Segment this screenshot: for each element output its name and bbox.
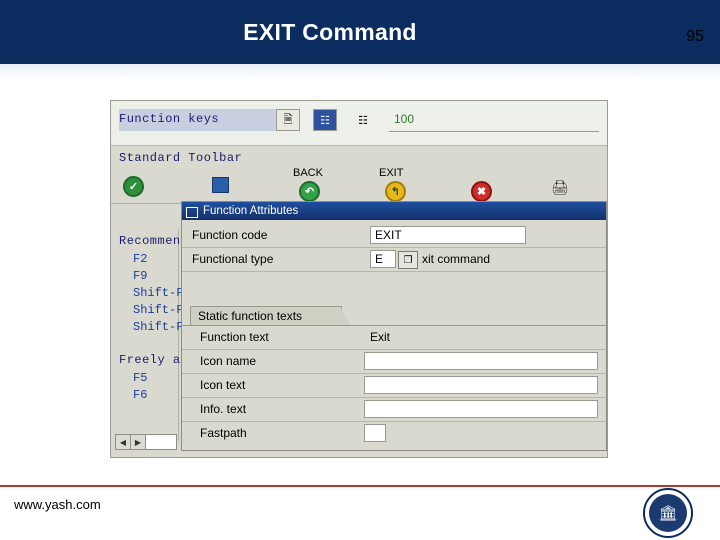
- slide-number: 95: [686, 27, 704, 45]
- sap-screen-capture: Function keys 🗎 ☷ ☷ 100 Standard Toolbar…: [110, 100, 608, 458]
- cancel-red-x-icon[interactable]: ✖: [471, 181, 492, 202]
- print-icon[interactable]: 🖨: [551, 179, 569, 196]
- scroll-left-icon[interactable]: ◀: [115, 434, 131, 450]
- standard-toolbar-label: Standard Toolbar: [119, 151, 243, 165]
- icon-text-input[interactable]: [364, 376, 598, 394]
- back-green-arrow-icon[interactable]: ↶: [299, 181, 320, 202]
- info-text-label: Info. text: [200, 402, 247, 416]
- function-text-value[interactable]: Exit: [370, 330, 390, 344]
- freely-assigned-label: Freely a: [119, 353, 181, 367]
- icon-text-label: Icon text: [200, 378, 246, 392]
- tab-slant-decoration: [340, 306, 350, 325]
- dialog-titlebar[interactable]: Function Attributes: [182, 202, 606, 220]
- page-title: EXIT Command: [243, 18, 417, 45]
- icon-text-row: Icon text: [182, 374, 606, 396]
- icon-name-input[interactable]: [364, 352, 598, 370]
- list-item: Shift-F: [133, 320, 184, 334]
- seal-inner-disc: 🏛: [649, 494, 687, 532]
- list-item: F9: [133, 269, 148, 283]
- list-item: Shift-F: [133, 286, 184, 300]
- function-keys-underline: [389, 131, 599, 132]
- standard-toolbar-grid: ✓ BACK ↶ EXIT ↰ ✖ 🖨: [111, 165, 607, 204]
- list-item: F5: [133, 371, 148, 385]
- fastpath-row: Fastpath: [182, 422, 606, 444]
- footer-url: www.yash.com: [14, 497, 101, 512]
- green-check-icon[interactable]: ✓: [123, 176, 144, 197]
- f4-help-icon[interactable]: ❐: [398, 251, 418, 269]
- functional-type-description: xit command: [422, 252, 491, 266]
- toolbar-cell-3[interactable]: EXIT ↰: [375, 165, 462, 204]
- function-text-row: Function text Exit: [182, 326, 606, 348]
- scroll-right-icon[interactable]: ▶: [130, 434, 146, 450]
- list-item: Shift-F: [133, 303, 184, 317]
- dialog-title-text: Function Attributes: [203, 205, 299, 217]
- fastpath-input[interactable]: [364, 424, 386, 442]
- functional-type-label: Functional type: [192, 252, 274, 266]
- functional-type-input[interactable]: E: [370, 250, 396, 268]
- function-code-input[interactable]: EXIT: [370, 226, 526, 244]
- function-keys-value: 100: [394, 112, 415, 126]
- function-keys-label: Function keys: [119, 112, 220, 126]
- blue-book-icon[interactable]: ☷: [313, 109, 337, 131]
- layout-icon[interactable]: ☷: [351, 109, 375, 131]
- info-text-input[interactable]: [364, 400, 598, 418]
- function-attributes-dialog: Function Attributes Function code EXIT F…: [181, 201, 607, 451]
- save-disk-icon[interactable]: [212, 177, 229, 193]
- recommendation-key-list: F2 F9 Shift-F Shift-F Shift-F: [133, 251, 183, 336]
- page-icon[interactable]: 🗎: [276, 109, 300, 131]
- slide-number-badge: 95: [670, 22, 720, 51]
- toolbar-cell-1[interactable]: [179, 165, 290, 204]
- toolbar-cell-2-caption: BACK: [293, 167, 323, 179]
- scroll-track[interactable]: [145, 434, 177, 450]
- window-icon: [186, 206, 198, 218]
- tab-static-function-texts[interactable]: Static function texts: [190, 306, 342, 325]
- icon-name-label: Icon name: [200, 354, 257, 368]
- freely-assigned-key-list: F5 F6: [133, 370, 147, 404]
- toolbar-cell-4[interactable]: ✖: [461, 165, 548, 204]
- function-code-label: Function code: [192, 228, 268, 242]
- footer-rule: [0, 485, 720, 487]
- function-code-row: Function code EXIT: [182, 224, 606, 246]
- fastpath-label: Fastpath: [200, 426, 247, 440]
- icon-name-row: Icon name: [182, 350, 606, 372]
- toolbar-cell-3-caption: EXIT: [379, 167, 404, 179]
- function-keys-row: Function keys 🗎 ☷ ☷ 100: [111, 101, 607, 146]
- horizontal-scrollbar[interactable]: ◀ ▶: [115, 434, 177, 450]
- header-fade: [0, 64, 720, 80]
- toolbar-cell-0[interactable]: ✓: [111, 165, 180, 204]
- function-text-label: Function text: [200, 330, 269, 344]
- tab-static-function-texts-label: Static function texts: [198, 309, 303, 323]
- recommendation-label: Recommen: [119, 234, 181, 248]
- functional-type-row: Functional type E ❐ xit command: [182, 248, 606, 270]
- toolbar-cell-2[interactable]: BACK ↶: [289, 165, 376, 204]
- list-item: F2: [133, 252, 148, 266]
- info-text-row: Info. text: [182, 398, 606, 420]
- toolbar-cell-5[interactable]: 🖨: [547, 165, 607, 204]
- institution-seal-icon: 🏛: [643, 488, 695, 538]
- seal-building-glyph: 🏛: [658, 504, 678, 522]
- exit-yellow-arrow-icon[interactable]: ↰: [385, 181, 406, 202]
- list-item: F6: [133, 388, 148, 402]
- row-divider: [182, 271, 606, 272]
